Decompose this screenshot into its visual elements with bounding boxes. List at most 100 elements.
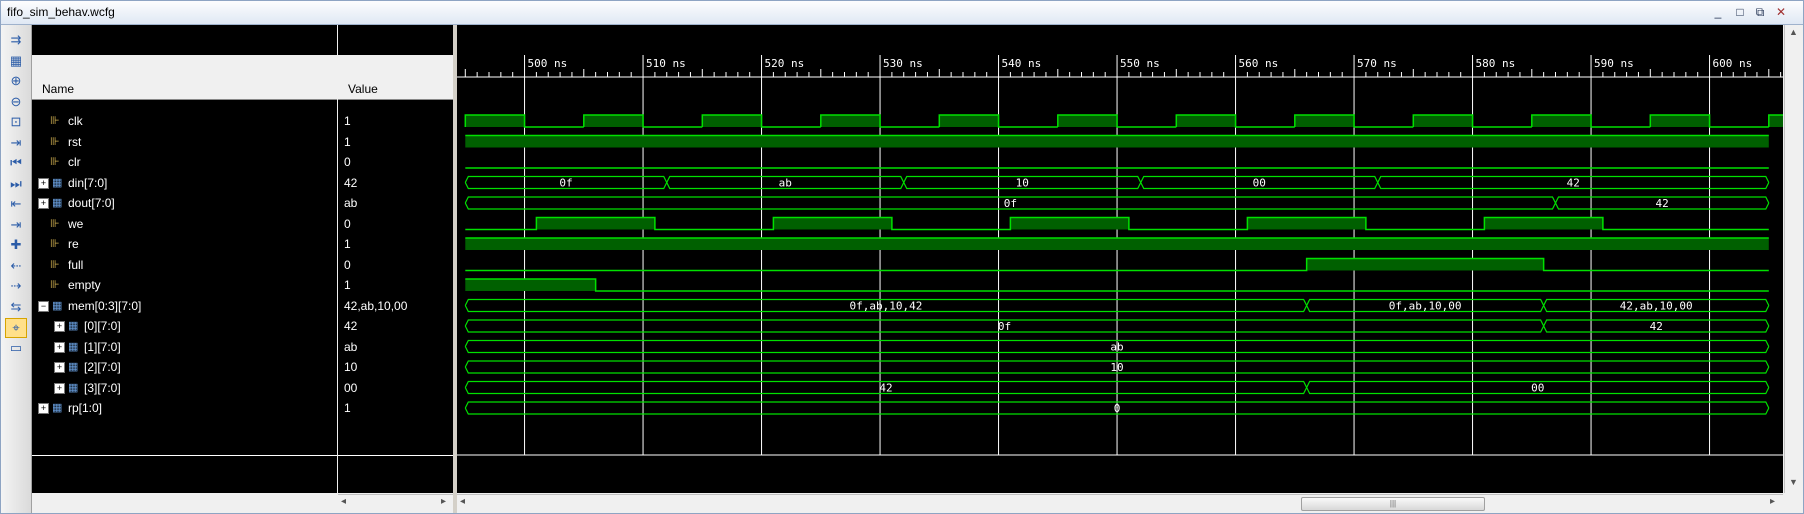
clk-high-fill	[1413, 115, 1473, 127]
signal-row[interactable]: + ▦ [0][7:0]	[32, 316, 337, 336]
scroll-thumb[interactable]: |||	[1301, 497, 1485, 511]
signal-row[interactable]: + ▦ din[7:0]	[32, 173, 337, 193]
logic-signal-icon: ⊪	[50, 217, 60, 230]
clk-high-fill	[465, 115, 525, 127]
bus-signal-icon: ▦	[68, 381, 79, 394]
logic-signal-icon: ⊪	[50, 156, 60, 168]
signal-name: din[7:0]	[68, 175, 108, 190]
signal-value: 00	[344, 380, 358, 395]
m0-bus-value: 0f	[998, 320, 1011, 333]
signal-value: 1	[344, 134, 351, 149]
go-to-start-icon[interactable]: ⏮	[6, 154, 26, 172]
scroll-right-icon[interactable]: ▸	[1770, 496, 1775, 507]
bus-signal-icon: ▦	[68, 361, 79, 373]
signal-name: rst	[68, 134, 82, 149]
clk-high-fill	[583, 115, 644, 127]
zoom-fit-icon[interactable]: ⊡	[6, 113, 26, 131]
name-column-header[interactable]: Name	[32, 55, 337, 100]
swap-cursors-icon[interactable]: ⇆	[6, 298, 26, 316]
snap-to-transition-icon[interactable]: ⌖	[5, 318, 27, 338]
signal-row[interactable]: ⊪ full	[32, 255, 337, 275]
time-tick-label: 570 ns	[1357, 57, 1397, 70]
save-icon[interactable]: ▦	[6, 52, 26, 70]
go-to-cursor-icon[interactable]: ⇥	[6, 134, 26, 152]
scroll-down-icon[interactable]: ▼	[1789, 477, 1798, 487]
next-marker-icon[interactable]: ⇢	[6, 277, 26, 295]
previous-marker-icon[interactable]: ⇠	[6, 257, 26, 275]
time-tick-label: 540 ns	[1002, 57, 1042, 70]
signal-row[interactable]: ⊪ we	[32, 214, 337, 234]
signal-row[interactable]: + ▦ [3][7:0]	[32, 378, 337, 398]
time-tick-label: 510 ns	[646, 57, 686, 70]
time-tick-label: 530 ns	[883, 57, 923, 70]
expand-icon[interactable]: +	[38, 177, 49, 189]
scroll-right-icon[interactable]: ▸	[441, 496, 446, 507]
clk-high-fill	[1531, 115, 1592, 127]
signal-row[interactable]: + ▦ dout[7:0]	[32, 193, 337, 213]
signal-value: 1	[344, 278, 351, 292]
value-column-header[interactable]: Value	[338, 55, 453, 100]
time-tick-label: 600 ns	[1713, 57, 1753, 70]
signal-row[interactable]: + ▦ rp[1:0]	[32, 398, 337, 418]
expand-icon[interactable]: +	[38, 403, 49, 414]
we-high-fill	[773, 217, 892, 230]
din-bus-value: ab	[779, 177, 792, 190]
previous-transition-icon[interactable]: ⇤	[6, 195, 26, 213]
expand-icon[interactable]: +	[54, 341, 65, 353]
waveform-pane: 500 ns 510 ns 520 ns 530 ns 540 ns 550 ns 560 …	[457, 25, 1783, 493]
dout-bus-value: 42	[1656, 197, 1669, 210]
expand-icon[interactable]: +	[54, 382, 65, 394]
signal-row[interactable]: ⊪ clr	[32, 152, 337, 172]
din-bus-value: 00	[1253, 177, 1266, 190]
time-tick-label: 520 ns	[765, 57, 805, 70]
window-title: fifo_sim_behav.wcfg	[7, 5, 115, 19]
maximize-icon[interactable]: ⧉	[1752, 5, 1768, 19]
scroll-left-icon[interactable]: ◂	[341, 496, 346, 507]
signal-name: we	[68, 216, 84, 231]
din-bus-value: 0f	[559, 177, 572, 190]
zoom-out-icon[interactable]: ⊖	[6, 93, 26, 111]
signal-row[interactable]: ⊪ re	[32, 234, 337, 254]
signal-value: 0	[344, 155, 351, 169]
signal-row[interactable]: + ▦ [2][7:0]	[32, 357, 337, 377]
next-transition-icon[interactable]: ⇥	[6, 216, 26, 234]
signal-name: mem[0:3][7:0]	[68, 298, 142, 313]
minimize-icon[interactable]: _	[1710, 5, 1726, 19]
signal-row[interactable]: − ▦ mem[0:3][7:0]	[32, 296, 337, 316]
waveform-horizontal-scrollbar[interactable]: ◂ ||| ▸	[457, 494, 1783, 512]
expand-icon[interactable]: ⇉	[6, 31, 26, 49]
signal-name: [3][7:0]	[84, 380, 121, 395]
collapse-icon[interactable]: −	[38, 300, 49, 312]
zoom-in-icon[interactable]: ⊕	[6, 72, 26, 90]
add-marker-icon[interactable]: ✚	[6, 236, 26, 254]
signal-value: 10	[344, 360, 358, 374]
bus-signal-icon: ▦	[68, 320, 79, 332]
waveform-canvas[interactable]: 500 ns 510 ns 520 ns 530 ns 540 ns 550 ns 560 …	[457, 25, 1783, 493]
m2-bus-value: 10	[1110, 361, 1123, 374]
close-icon[interactable]: ✕	[1773, 5, 1789, 19]
signal-row[interactable]: ⊪ empty	[32, 275, 337, 295]
full-high-fill	[1306, 258, 1544, 271]
mem-bus-value: 0f,ab,10,42	[850, 300, 923, 313]
waveform-vertical-scrollbar[interactable]: ▲ ▼	[1784, 25, 1802, 493]
signal-row[interactable]: ⊪ clk	[32, 111, 337, 131]
signal-row[interactable]: + ▦ [1][7:0]	[32, 337, 337, 357]
signal-name: dout[7:0]	[68, 196, 115, 210]
clk-high-fill	[1650, 115, 1710, 127]
we-high-fill	[1010, 217, 1129, 230]
time-tick-label: 580 ns	[1476, 57, 1516, 70]
value-horizontal-scrollbar[interactable]: ◂ ▸	[338, 494, 453, 512]
title-bar: fifo_sim_behav.wcfg _ □ ⧉ ✕	[1, 1, 1803, 25]
scroll-left-icon[interactable]: ◂	[460, 496, 465, 507]
go-to-end-icon[interactable]: ⏭	[6, 175, 26, 193]
scroll-up-icon[interactable]: ▲	[1789, 27, 1798, 37]
expand-icon[interactable]: +	[54, 362, 65, 373]
mem-bus-value: 0f,ab,10,00	[1389, 300, 1462, 313]
expand-icon[interactable]: +	[54, 321, 65, 332]
expand-icon[interactable]: +	[38, 198, 49, 209]
floating-ruler-icon[interactable]: ▭	[6, 339, 26, 357]
signal-value: 1	[344, 401, 351, 415]
restore-icon[interactable]: □	[1732, 5, 1748, 19]
pane-divider	[32, 455, 337, 456]
signal-row[interactable]: ⊪ rst	[32, 132, 337, 152]
